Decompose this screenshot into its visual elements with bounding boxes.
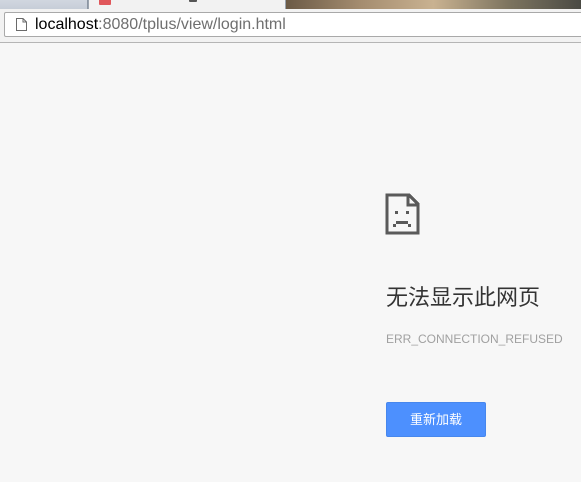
tab-strip-background-image [286,0,581,9]
tab-strip [0,0,581,10]
browser-toolbar: localhost:8080/tplus/view/login.html [0,9,581,43]
browser-window: localhost:8080/tplus/view/login.html 无法显… [0,0,581,482]
page-icon [16,18,27,31]
error-code: ERR_CONNECTION_REFUSED [386,332,563,346]
tab-active[interactable] [88,0,286,9]
tab-title-fragment [189,0,197,2]
reload-button[interactable]: 重新加载 [386,402,486,437]
url-path: :8080/tplus/view/login.html [98,16,286,33]
sad-document-icon [385,193,420,235]
tab-favicon-icon [99,0,111,5]
url-host: localhost [35,16,99,33]
error-title: 无法显示此网页 [386,286,541,311]
address-bar-url[interactable]: localhost:8080/tplus/view/login.html [35,16,286,34]
address-bar[interactable]: localhost:8080/tplus/view/login.html [4,12,581,37]
